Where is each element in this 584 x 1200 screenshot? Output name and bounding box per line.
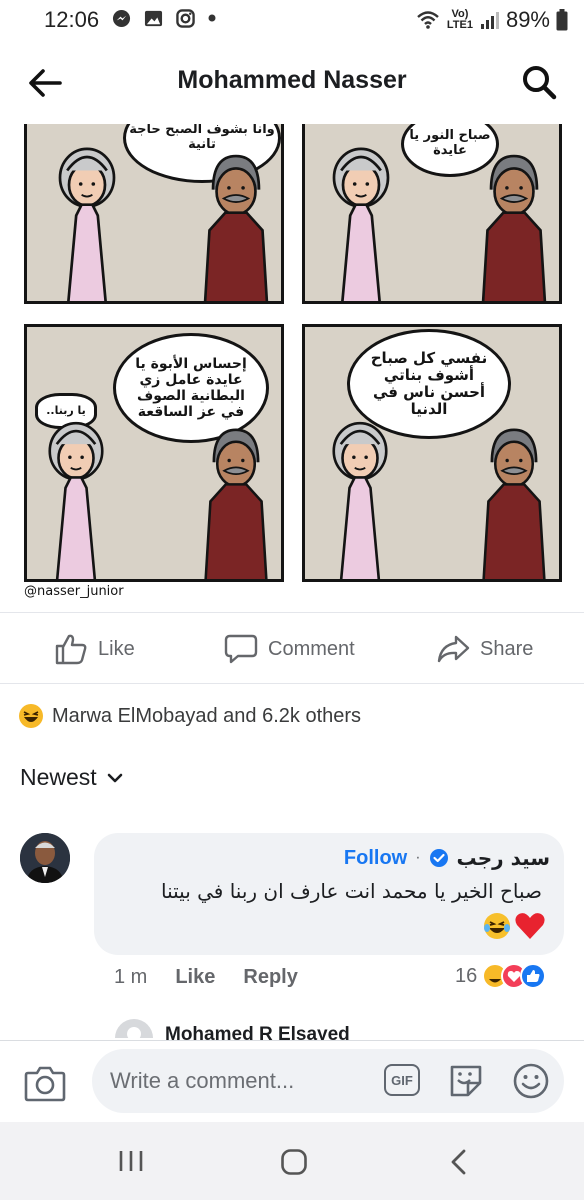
comment-like-button[interactable]: Like xyxy=(175,966,215,989)
network-label: Vo) LTE1 xyxy=(446,8,473,31)
comment-reactions[interactable]: 16 xyxy=(455,962,547,990)
reactions-summary-text: Marwa ElMobayad and 6.2k others xyxy=(52,704,362,727)
comment-label: Comment xyxy=(268,637,355,660)
home-icon[interactable] xyxy=(280,1148,308,1176)
post-image-comic[interactable]: وأنا بشوف الصبح حاجة تانية صباح النور يا… xyxy=(0,124,584,610)
gif-button[interactable]: GIF xyxy=(384,1064,420,1096)
status-bar: 12:06 Vo) LTE1 89% xyxy=(0,0,584,40)
man-character xyxy=(477,149,551,304)
system-navigation-bar xyxy=(0,1122,584,1200)
comic-panel-3: إحساس الأبوة يا عايدة عامل زي البطانية ا… xyxy=(24,324,284,582)
comment-input[interactable]: Write a comment... GIF xyxy=(92,1049,564,1113)
battery-icon xyxy=(556,9,568,31)
man-character xyxy=(477,423,551,582)
gallery-icon xyxy=(144,10,163,27)
like-button[interactable]: Like xyxy=(54,633,135,665)
camera-icon[interactable] xyxy=(24,1063,66,1103)
notification-dot-icon xyxy=(208,14,216,22)
messenger-icon xyxy=(112,9,131,28)
comment-reply-button[interactable]: Reply xyxy=(243,966,297,989)
avatar-placeholder-icon xyxy=(115,1019,153,1038)
next-comment-avatar[interactable] xyxy=(114,1018,154,1038)
comment-button[interactable]: Comment xyxy=(224,633,355,665)
share-label: Share xyxy=(480,637,534,660)
recent-apps-icon[interactable] xyxy=(117,1149,145,1173)
comments-sort-dropdown[interactable]: Newest xyxy=(20,764,123,791)
like-label: Like xyxy=(98,637,135,660)
reaction-icons-stack xyxy=(482,963,547,989)
emoji-icon[interactable] xyxy=(512,1062,550,1100)
comment-bubble[interactable]: سيد رجب · Follow صباح الخير يا محمد انت … xyxy=(94,833,564,955)
follow-button[interactable]: Follow xyxy=(344,847,407,870)
search-icon[interactable] xyxy=(521,64,557,100)
sort-label: Newest xyxy=(20,764,97,790)
signal-icon xyxy=(480,12,499,29)
comment-reaction-count: 16 xyxy=(455,964,478,987)
comment-meta: 1 m Like Reply xyxy=(114,966,298,989)
thumbs-up-icon xyxy=(55,634,87,665)
share-button[interactable]: Share xyxy=(436,633,533,665)
sticker-icon[interactable] xyxy=(446,1061,486,1101)
separator-dot: · xyxy=(415,849,421,866)
chevron-down-icon xyxy=(107,773,123,782)
woman-character xyxy=(41,417,111,582)
haha-reaction-icon xyxy=(19,704,43,728)
woman-character xyxy=(325,417,395,582)
comment-emojis xyxy=(482,911,546,941)
page-title: Mohammed Nasser xyxy=(177,66,407,94)
profile-photo xyxy=(20,833,70,883)
comic-panel-4: نفسي كل صباح أشوف بناتي أحسن ناس في الدن… xyxy=(302,324,562,582)
comment-composer: Write a comment... GIF xyxy=(0,1040,584,1123)
wifi-icon xyxy=(417,11,439,29)
man-character xyxy=(199,149,273,304)
comment-author[interactable]: سيد رجب xyxy=(457,846,550,870)
red-heart-emoji-icon xyxy=(515,913,545,939)
man-character xyxy=(199,423,273,582)
avatar[interactable] xyxy=(20,833,70,883)
battery-percent: 89% xyxy=(505,7,550,32)
reactions-summary[interactable]: Marwa ElMobayad and 6.2k others xyxy=(18,703,361,729)
instagram-icon xyxy=(176,9,195,28)
verified-badge-icon xyxy=(429,849,448,867)
comment-icon xyxy=(224,634,258,664)
comic-panel-2: صباح النور يا عايدة xyxy=(302,124,562,304)
comic-panel-1: وأنا بشوف الصبح حاجة تانية xyxy=(24,124,284,304)
woman-character xyxy=(325,143,397,304)
comment-text: صباح الخير يا محمد انت عارف ان ربنا في ب… xyxy=(161,879,542,903)
share-icon xyxy=(437,635,470,663)
comment-time: 1 m xyxy=(114,966,148,988)
woman-character xyxy=(51,143,123,304)
status-right: Vo) LTE1 89% xyxy=(416,7,568,33)
comment-input-placeholder: Write a comment... xyxy=(110,1068,295,1093)
tears-of-joy-emoji-icon xyxy=(484,913,510,939)
comic-signature: @nasser_junior xyxy=(24,584,124,599)
top-app-bar: Mohammed Nasser xyxy=(0,40,584,124)
back-nav-icon[interactable] xyxy=(448,1148,468,1176)
next-comment-author[interactable]: Mohamed R Elsayed xyxy=(165,1024,350,1040)
status-time: 12:06 xyxy=(44,7,100,32)
post-actions-bar: Like Comment Share xyxy=(0,612,584,684)
comment-header: سيد رجب · Follow xyxy=(110,846,550,870)
